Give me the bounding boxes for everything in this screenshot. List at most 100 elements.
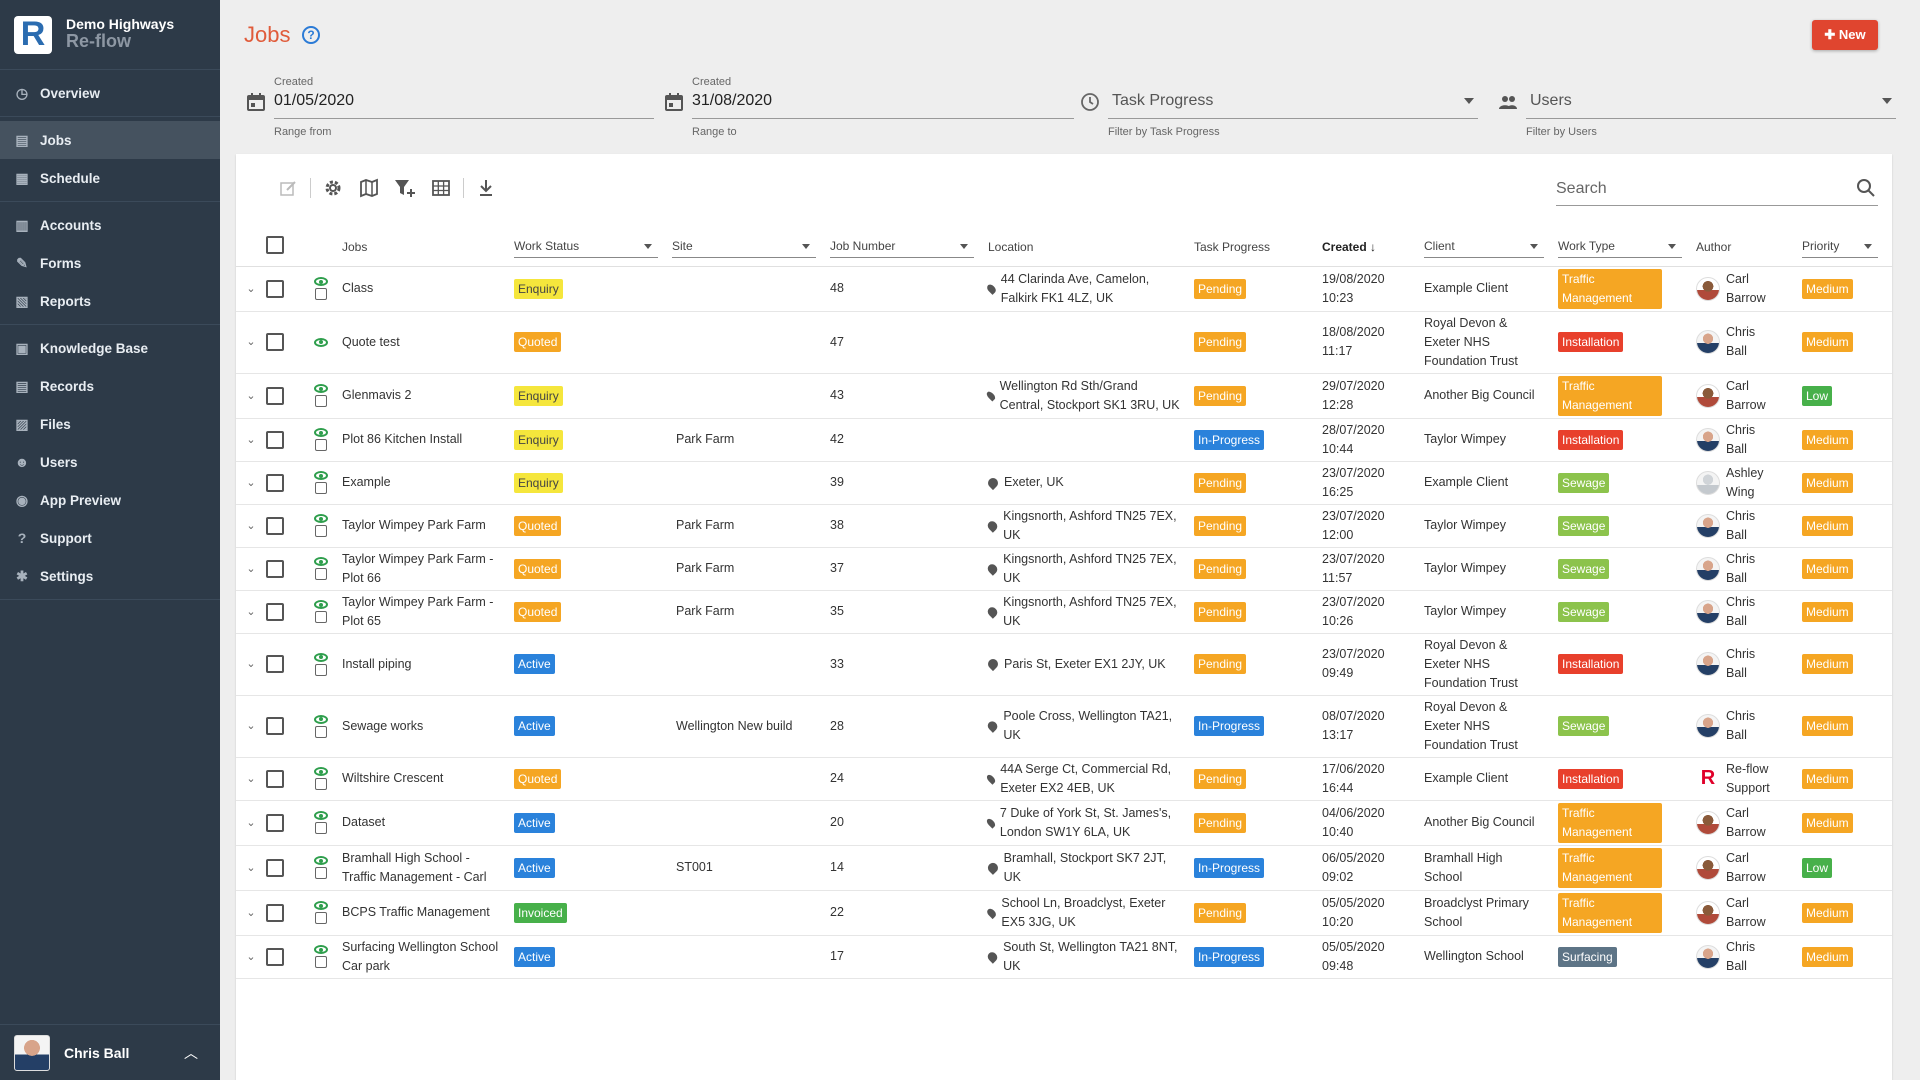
chevron-up-icon[interactable]: ︿ xyxy=(184,1043,198,1063)
schedule-icon[interactable] xyxy=(315,956,327,968)
calendar-icon[interactable] xyxy=(664,92,684,112)
eye-icon[interactable] xyxy=(314,557,328,566)
job-name[interactable]: Taylor Wimpey Park Farm xyxy=(342,504,514,548)
row-checkbox[interactable] xyxy=(266,858,284,877)
select-all-checkbox[interactable] xyxy=(266,235,284,254)
chevron-down-icon[interactable]: ⌄ xyxy=(246,717,255,736)
chevron-down-icon[interactable]: ⌄ xyxy=(246,431,255,450)
eye-icon[interactable] xyxy=(314,471,328,480)
job-name[interactable]: Surfacing Wellington School Car park xyxy=(342,935,514,979)
users-filter[interactable]: Users Filter by Users xyxy=(1496,74,1896,144)
job-name[interactable]: Plot 86 Kitchen Install xyxy=(342,418,514,462)
sidebar-item-app-preview[interactable]: ◉ App Preview xyxy=(0,481,220,519)
row-checkbox[interactable] xyxy=(266,516,284,535)
map-icon[interactable] xyxy=(351,173,387,203)
edit-icon[interactable] xyxy=(270,173,306,203)
job-name[interactable]: Taylor Wimpey Park Farm - Plot 65 xyxy=(342,590,514,634)
row-checkbox[interactable] xyxy=(266,279,284,298)
search-input[interactable] xyxy=(1556,178,1836,200)
table-row[interactable]: ⌄ BCPS Traffic Management Invoiced 22 School… xyxy=(236,890,1892,936)
chevron-down-icon[interactable]: ⌄ xyxy=(246,603,255,622)
table-row[interactable]: ⌄ Plot 86 Kitchen Install Enquiry Park Farm… xyxy=(236,418,1892,462)
column-header-created[interactable]: Created ↓ xyxy=(1322,224,1424,267)
sidebar-item-accounts[interactable]: ▥ Accounts xyxy=(0,206,220,244)
job-name[interactable]: Quote test xyxy=(342,311,514,374)
column-header-priority[interactable]: Priority xyxy=(1802,224,1892,267)
download-icon[interactable] xyxy=(468,173,504,203)
chevron-down-icon[interactable]: ⌄ xyxy=(246,474,255,493)
row-checkbox[interactable] xyxy=(266,602,284,621)
row-checkbox[interactable] xyxy=(266,717,284,736)
sidebar-item-support[interactable]: ? Support xyxy=(0,519,220,557)
column-header-client[interactable]: Client xyxy=(1424,224,1558,267)
sidebar-item-records[interactable]: ▤ Records xyxy=(0,367,220,405)
row-checkbox[interactable] xyxy=(266,947,284,966)
row-checkbox[interactable] xyxy=(266,655,284,674)
search-icon[interactable] xyxy=(1856,178,1876,198)
gear-icon[interactable] xyxy=(315,173,351,203)
table-row[interactable]: ⌄ Example Enquiry 39 Exeter, UK Pending 23/07/… xyxy=(236,461,1892,505)
row-checkbox[interactable] xyxy=(266,333,284,352)
schedule-icon[interactable] xyxy=(315,663,327,676)
row-checkbox[interactable] xyxy=(266,473,284,492)
table-row[interactable]: ⌄ Taylor Wimpey Park Farm - Plot 65 Quoted… xyxy=(236,590,1892,634)
sidebar-item-schedule[interactable]: ▦ Schedule xyxy=(0,159,220,197)
chevron-down-icon[interactable]: ⌄ xyxy=(246,333,255,352)
chevron-down-icon[interactable]: ⌄ xyxy=(246,948,255,967)
created-from-value[interactable]: 01/05/2020 xyxy=(274,92,354,110)
chevron-down-icon[interactable]: ⌄ xyxy=(246,560,255,579)
job-name[interactable]: Glenmavis 2 xyxy=(342,373,514,419)
chevron-down-icon[interactable]: ⌄ xyxy=(246,280,255,299)
job-name[interactable]: BCPS Traffic Management xyxy=(342,890,514,936)
chevron-down-icon[interactable]: ⌄ xyxy=(246,859,255,878)
table-row[interactable]: ⌄ Taylor Wimpey Park Farm Quoted Park Farm 3… xyxy=(236,504,1892,548)
new-job-button[interactable]: ✚ New xyxy=(1812,20,1878,50)
eye-icon[interactable] xyxy=(314,901,328,910)
row-checkbox[interactable] xyxy=(266,386,284,405)
row-checkbox[interactable] xyxy=(266,903,284,922)
schedule-icon[interactable] xyxy=(315,395,327,407)
table-row[interactable]: ⌄ Install piping Active 33 Paris St, Exeter … xyxy=(236,633,1892,696)
search-box[interactable] xyxy=(1556,172,1878,206)
table-row[interactable]: ⌄ Sewage works Active Wellington New build 2… xyxy=(236,695,1892,758)
eye-icon[interactable] xyxy=(314,856,328,865)
eye-icon[interactable] xyxy=(314,767,328,776)
created-to-filter[interactable]: Created 31/08/2020 Range to xyxy=(662,74,1074,144)
schedule-icon[interactable] xyxy=(315,439,327,451)
job-name[interactable]: Dataset xyxy=(342,800,514,846)
schedule-icon[interactable] xyxy=(315,525,327,537)
eye-icon[interactable] xyxy=(314,600,328,609)
row-checkbox[interactable] xyxy=(266,813,284,832)
eye-icon[interactable] xyxy=(314,811,328,820)
sidebar-item-users[interactable]: ☻ Users xyxy=(0,443,220,481)
eye-icon[interactable] xyxy=(314,714,328,724)
schedule-icon[interactable] xyxy=(315,725,327,738)
column-header-work-status[interactable]: Work Status xyxy=(514,224,672,267)
table-row[interactable]: ⌄ Surfacing Wellington School Car park Act… xyxy=(236,935,1892,979)
dropdown-caret-icon[interactable] xyxy=(1464,98,1474,104)
job-name[interactable]: Bramhall High School - Traffic Managemen… xyxy=(342,845,514,891)
job-name[interactable]: Taylor Wimpey Park Farm - Plot 66 xyxy=(342,547,514,591)
schedule-icon[interactable] xyxy=(315,822,327,834)
column-header-site[interactable]: Site xyxy=(672,224,830,267)
table-row[interactable]: ⌄ Dataset Active 20 7 Duke of York St, St. J… xyxy=(236,800,1892,846)
brand[interactable]: R Demo Highways Re-flow xyxy=(0,0,220,70)
job-name[interactable]: Example xyxy=(342,461,514,505)
sidebar-item-forms[interactable]: ✎ Forms xyxy=(0,244,220,282)
table-row[interactable]: ⌄ Taylor Wimpey Park Farm - Plot 66 Quoted… xyxy=(236,547,1892,591)
eye-icon[interactable] xyxy=(314,428,328,437)
sidebar-item-jobs[interactable]: ▤ Jobs xyxy=(0,121,220,159)
created-from-filter[interactable]: Created 01/05/2020 Range from xyxy=(244,74,654,144)
chevron-down-icon[interactable]: ⌄ xyxy=(246,904,255,923)
sidebar-user-menu[interactable]: Chris Ball ︿ xyxy=(0,1024,220,1080)
calendar-icon[interactable] xyxy=(246,92,266,112)
help-icon[interactable]: ? xyxy=(302,26,320,44)
row-checkbox[interactable] xyxy=(266,769,284,788)
sort-down-arrow-icon[interactable]: ↓ xyxy=(1370,240,1376,254)
schedule-icon[interactable] xyxy=(315,482,327,494)
schedule-icon[interactable] xyxy=(315,912,327,924)
eye-icon[interactable] xyxy=(314,945,328,954)
row-checkbox[interactable] xyxy=(266,559,284,578)
table-icon[interactable] xyxy=(423,173,459,203)
filter-add-icon[interactable] xyxy=(387,173,423,203)
